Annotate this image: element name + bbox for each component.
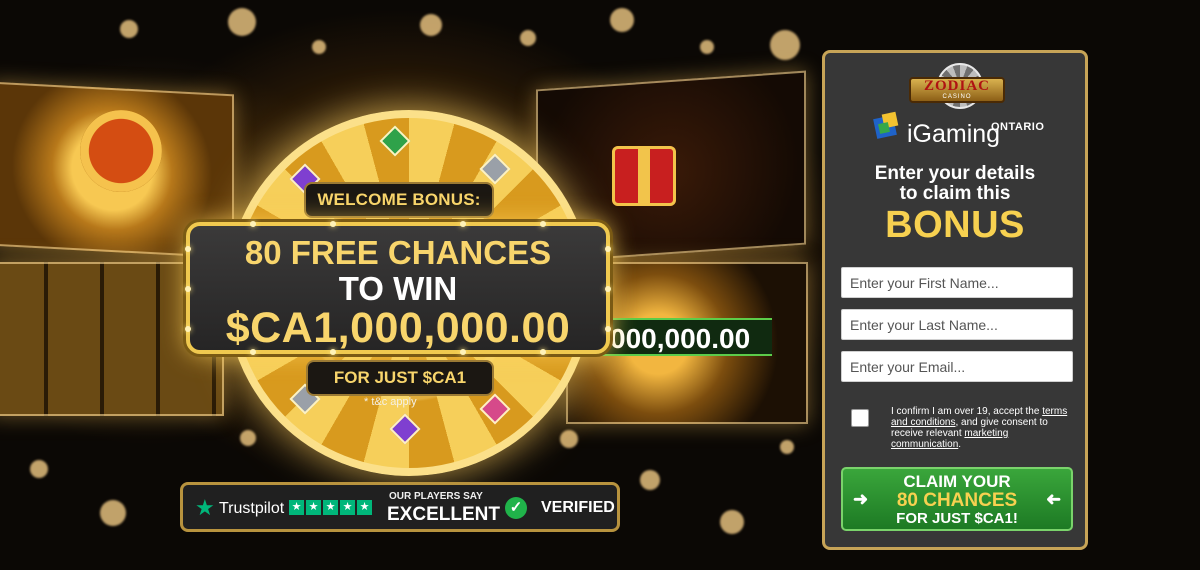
star-icon: ★ — [306, 500, 321, 515]
ontario-label: ONTARIO — [991, 121, 1045, 133]
cta-line3: FOR JUST $CA1! — [896, 510, 1018, 527]
marquee-light — [460, 349, 466, 355]
marquee-light — [250, 221, 256, 227]
star-icon: ★ — [357, 500, 372, 515]
signup-form-panel: ZODIAC CASINO iGaming ONTARIO Enter your… — [822, 50, 1088, 550]
logo-sub-text: CASINO — [942, 94, 972, 100]
gem-icon — [379, 125, 411, 157]
zodiac-casino-logo: ZODIAC CASINO — [909, 63, 1005, 115]
rating-word: EXCELLENT — [387, 504, 500, 525]
consent-checkbox[interactable] — [851, 409, 869, 427]
consent-text: I confirm I am over 19, accept the terms… — [891, 406, 1071, 450]
marquee-light — [185, 246, 191, 252]
marquee-light — [605, 286, 611, 292]
last-name-field[interactable] — [841, 309, 1073, 340]
bokeh-light — [240, 430, 256, 446]
trustpilot-bar: ★ Trustpilot ★ ★ ★ ★ ★ OUR PLAYERS SAY E… — [180, 482, 620, 532]
welcome-bonus-label: WELCOME BONUS: — [304, 182, 494, 218]
consent-text-prefix: I confirm I am over 19, accept the — [891, 406, 1043, 417]
price-label: FOR JUST $CA1 — [306, 360, 494, 396]
verified-check-icon: ✓ — [505, 497, 527, 519]
bokeh-light — [640, 470, 660, 490]
bokeh-light — [610, 8, 634, 32]
bokeh-light — [520, 30, 536, 46]
verified-label: VERIFIED — [541, 499, 615, 516]
bokeh-light — [780, 440, 794, 454]
logo-banner: ZODIAC CASINO — [909, 77, 1005, 103]
marquee-light — [250, 349, 256, 355]
form-heading-bonus: BONUS — [885, 204, 1025, 246]
bokeh-light — [100, 500, 126, 526]
consent-text-suffix: . — [958, 439, 962, 450]
gem-icon — [389, 413, 421, 445]
offer-free-chances: 80 FREE CHANCES — [244, 234, 552, 271]
arrow-left-icon: ➜ — [1045, 489, 1061, 509]
bokeh-light — [420, 14, 442, 36]
gift-box-icon — [612, 146, 676, 206]
email-field[interactable] — [841, 351, 1073, 382]
igaming-logo-icon — [873, 111, 901, 139]
marquee-light — [330, 221, 336, 227]
jackpot-strip: 000,000.00 — [592, 318, 772, 356]
marquee-light — [185, 326, 191, 332]
trustpilot-rating-stars: ★ ★ ★ ★ ★ — [289, 500, 372, 515]
gem-icon — [479, 153, 511, 185]
igaming-label: iGaming — [907, 120, 1001, 148]
bokeh-light — [30, 460, 48, 478]
star-icon: ★ — [289, 500, 304, 515]
cta-line2: 80 CHANCES — [896, 490, 1018, 511]
star-icon: ★ — [323, 500, 338, 515]
first-name-field[interactable] — [841, 267, 1073, 298]
bokeh-light — [120, 20, 138, 38]
players-say-label: OUR PLAYERS SAY — [389, 491, 483, 502]
marquee-light — [540, 349, 546, 355]
cta-line1: CLAIM YOUR — [903, 472, 1011, 491]
bokeh-light — [312, 40, 326, 54]
bokeh-light — [700, 40, 714, 54]
marquee-light — [185, 286, 191, 292]
offer-to-win: TO WIN — [338, 270, 458, 307]
bokeh-light — [770, 30, 800, 60]
terms-note: * t&c apply — [364, 396, 417, 408]
form-heading-line1: Enter your details — [874, 163, 1036, 184]
bokeh-light — [560, 430, 578, 448]
logo-brand-text: ZODIAC — [923, 78, 990, 94]
claim-chances-button[interactable]: ➜ CLAIM YOUR 80 CHANCES FOR JUST $CA1! ➜ — [841, 467, 1073, 531]
offer-amount: $CA1,000,000.00 — [225, 304, 571, 352]
trustpilot-label: Trustpilot — [219, 500, 285, 517]
marquee-light — [330, 349, 336, 355]
trustpilot-star-icon: ★ — [195, 495, 215, 520]
star-icon: ★ — [340, 500, 355, 515]
bokeh-light — [228, 8, 256, 36]
gem-icon — [479, 393, 511, 425]
bonus-offer-card: 80 FREE CHANCES TO WIN $CA1,000,000.00 — [185, 221, 611, 355]
bokeh-light — [720, 510, 744, 534]
marquee-light — [540, 221, 546, 227]
marquee-light — [605, 246, 611, 252]
marquee-light — [605, 326, 611, 332]
mini-wheel-graphic — [80, 110, 162, 192]
form-heading-line2: to claim this — [899, 183, 1011, 204]
marquee-light — [460, 221, 466, 227]
